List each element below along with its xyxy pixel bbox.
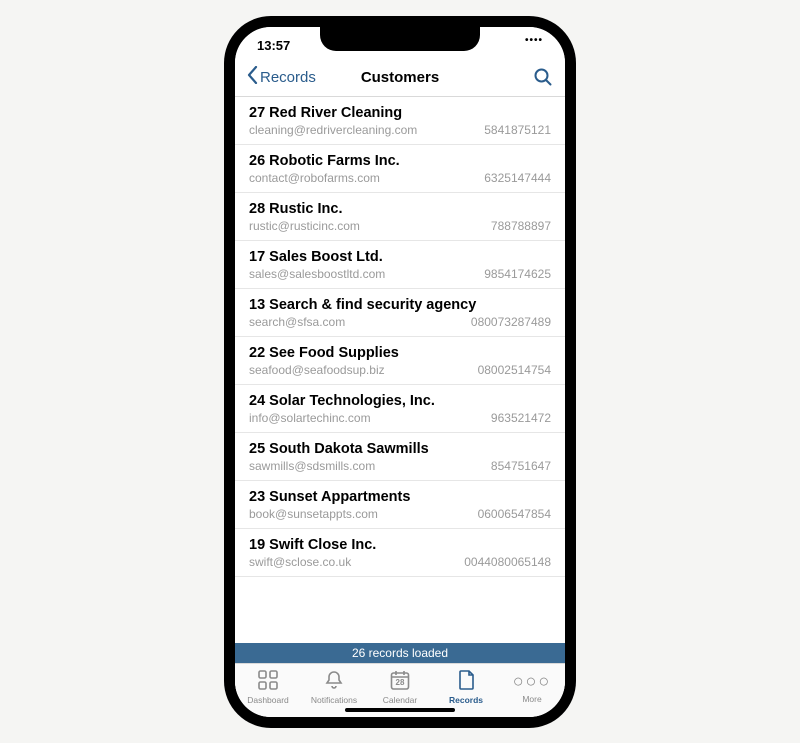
list-item[interactable]: 19 Swift Close Inc. swift@sclose.co.uk 004… (235, 529, 565, 577)
customer-phone: 080073287489 (471, 315, 551, 329)
customer-name: 13 Search & find security agency (249, 297, 551, 313)
screen: 13:57 •••• Records Customers (235, 27, 565, 717)
customer-phone: 5841875121 (484, 123, 551, 137)
tab-label: More (522, 694, 541, 704)
grid-icon (257, 669, 279, 693)
status-strip: 26 records loaded (235, 643, 565, 663)
back-button[interactable]: Records (247, 66, 316, 88)
customer-name: 17 Sales Boost Ltd. (249, 249, 551, 265)
more-icon: ○○○ (513, 670, 552, 692)
bell-icon (323, 669, 345, 693)
customer-phone: 9854174625 (484, 267, 551, 281)
tab-calendar[interactable]: 28 Calendar (370, 669, 430, 705)
customer-email: seafood@seafoodsup.biz (249, 363, 385, 377)
notch (320, 27, 480, 51)
search-icon (533, 67, 553, 87)
calendar-day: 28 (389, 678, 411, 687)
list-item[interactable]: 23 Sunset Appartments book@sunsetappts.co… (235, 481, 565, 529)
customer-phone: 788788897 (491, 219, 551, 233)
customer-phone: 0044080065148 (464, 555, 551, 569)
customer-name: 27 Red River Cleaning (249, 105, 551, 121)
tab-records[interactable]: Records (436, 669, 496, 705)
list-item[interactable]: 28 Rustic Inc. rustic@rusticinc.com 788788… (235, 193, 565, 241)
customer-name: 22 See Food Supplies (249, 345, 551, 361)
list-item[interactable]: 13 Search & find security agency search@s… (235, 289, 565, 337)
customer-name: 23 Sunset Appartments (249, 489, 551, 505)
customer-email: search@sfsa.com (249, 315, 345, 329)
phone-frame: 13:57 •••• Records Customers (225, 17, 575, 727)
customer-name: 19 Swift Close Inc. (249, 537, 551, 553)
tab-more[interactable]: ○○○ More (502, 670, 562, 704)
back-label: Records (260, 69, 316, 86)
customer-list[interactable]: 27 Red River Cleaning cleaning@redrivercl… (235, 97, 565, 643)
customer-email: rustic@rusticinc.com (249, 219, 360, 233)
tab-label: Calendar (383, 695, 418, 705)
customer-phone: 963521472 (491, 411, 551, 425)
customer-name: 24 Solar Technologies, Inc. (249, 393, 551, 409)
customer-phone: 08002514754 (478, 363, 551, 377)
customer-name: 26 Robotic Farms Inc. (249, 153, 551, 169)
clock: 13:57 (257, 38, 290, 53)
list-item[interactable]: 25 South Dakota Sawmills sawmills@sdsmill… (235, 433, 565, 481)
list-item[interactable]: 24 Solar Technologies, Inc. info@solartec… (235, 385, 565, 433)
customer-email: contact@robofarms.com (249, 171, 380, 185)
customer-name: 25 South Dakota Sawmills (249, 441, 551, 457)
tab-label: Dashboard (247, 695, 289, 705)
customer-email: sawmills@sdsmills.com (249, 459, 375, 473)
tab-label: Records (449, 695, 483, 705)
list-item[interactable]: 17 Sales Boost Ltd. sales@salesboostltd.c… (235, 241, 565, 289)
customer-email: swift@sclose.co.uk (249, 555, 351, 569)
customer-phone: 854751647 (491, 459, 551, 473)
list-item[interactable]: 27 Red River Cleaning cleaning@redrivercl… (235, 97, 565, 145)
customer-name: 28 Rustic Inc. (249, 201, 551, 217)
customer-email: book@sunsetappts.com (249, 507, 378, 521)
list-item[interactable]: 22 See Food Supplies seafood@seafoodsup.b… (235, 337, 565, 385)
tab-label: Notifications (311, 695, 357, 705)
search-button[interactable] (533, 67, 553, 87)
list-item[interactable]: 26 Robotic Farms Inc. contact@robofarms.c… (235, 145, 565, 193)
home-indicator (345, 708, 455, 712)
tab-notifications[interactable]: Notifications (304, 669, 364, 705)
chevron-left-icon (247, 66, 258, 88)
cellular-icon: •••• (525, 35, 543, 46)
document-icon (455, 669, 477, 693)
customer-phone: 6325147444 (484, 171, 551, 185)
tab-dashboard[interactable]: Dashboard (238, 669, 298, 705)
customer-phone: 06006547854 (478, 507, 551, 521)
navigation-bar: Records Customers (235, 59, 565, 97)
customer-email: cleaning@redrivercleaning.com (249, 123, 417, 137)
calendar-icon: 28 (389, 669, 411, 693)
records-loaded-label: 26 records loaded (352, 646, 448, 660)
customer-email: info@solartechinc.com (249, 411, 371, 425)
customer-email: sales@salesboostltd.com (249, 267, 385, 281)
